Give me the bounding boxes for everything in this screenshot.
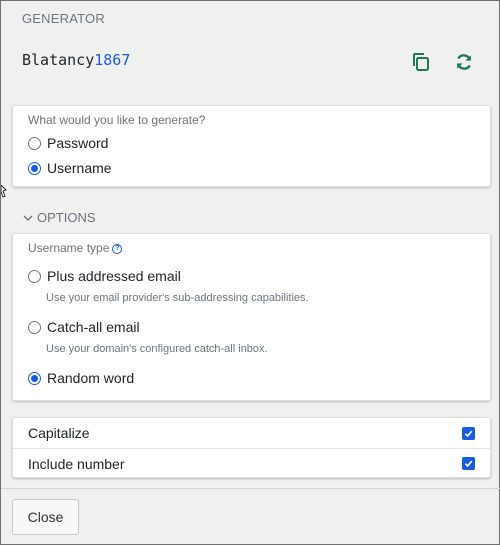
- options-toggle[interactable]: OPTIONS: [23, 210, 96, 225]
- include-number-row[interactable]: Include number: [13, 448, 490, 478]
- radio-control[interactable]: [28, 320, 41, 334]
- radio-password[interactable]: Password: [28, 135, 108, 151]
- catch-all-hint: Use your domain's configured catch-all i…: [46, 343, 268, 355]
- generated-number: 1867: [94, 51, 131, 69]
- generated-word: Blatancy: [22, 51, 95, 69]
- capitalize-row[interactable]: Capitalize: [13, 418, 490, 448]
- username-type-heading: Username type?: [28, 241, 123, 255]
- generate-type-label: What would you like to generate?: [28, 113, 206, 127]
- checkmark-icon: [464, 430, 473, 437]
- include-number-label: Include number: [28, 455, 125, 472]
- checkmark-icon: [464, 460, 473, 468]
- copy-button[interactable]: [409, 50, 433, 74]
- radio-random-word[interactable]: Random word: [28, 370, 134, 386]
- refresh-icon: [456, 54, 472, 70]
- radio-label: Catch-all email: [47, 319, 140, 335]
- radio-label: Plus addressed email: [47, 268, 181, 284]
- radio-control[interactable]: [28, 136, 41, 150]
- section-title: GENERATOR: [22, 11, 105, 26]
- include-number-checkbox[interactable]: [462, 457, 475, 470]
- word-options-panel: Capitalize Include number: [12, 417, 491, 478]
- radio-plus-addressed-email[interactable]: Plus addressed email: [28, 268, 181, 284]
- radio-username[interactable]: Username: [28, 160, 112, 176]
- options-label: OPTIONS: [37, 210, 96, 225]
- close-button[interactable]: Close: [12, 499, 79, 535]
- radio-label: Username: [47, 160, 112, 176]
- username-type-label: Username type: [28, 241, 110, 255]
- question-circle-icon[interactable]: ?: [112, 243, 123, 254]
- radio-control[interactable]: [28, 161, 41, 175]
- radio-label: Password: [47, 135, 109, 151]
- footer-divider: [1, 488, 500, 489]
- radio-control[interactable]: [28, 371, 41, 385]
- plus-addressed-hint: Use your email provider's sub-addressing…: [46, 292, 309, 304]
- radio-label: Random word: [47, 370, 135, 386]
- mouse-cursor-icon: [1, 185, 7, 198]
- copy-icon: [413, 53, 429, 71]
- generator-dialog: GENERATOR Blatancy1867 What would you li…: [0, 0, 500, 545]
- generate-type-panel: What would you like to generate? Passwor…: [12, 105, 491, 187]
- generated-username[interactable]: Blatancy1867: [22, 51, 130, 69]
- capitalize-label: Capitalize: [28, 425, 90, 441]
- capitalize-checkbox[interactable]: [462, 426, 475, 440]
- username-type-panel: Username type? Plus addressed email Use …: [12, 233, 491, 401]
- radio-catch-all-email[interactable]: Catch-all email: [28, 319, 140, 335]
- chevron-down-icon: [23, 215, 33, 221]
- regenerate-button[interactable]: [452, 50, 476, 74]
- radio-control[interactable]: [28, 269, 41, 283]
